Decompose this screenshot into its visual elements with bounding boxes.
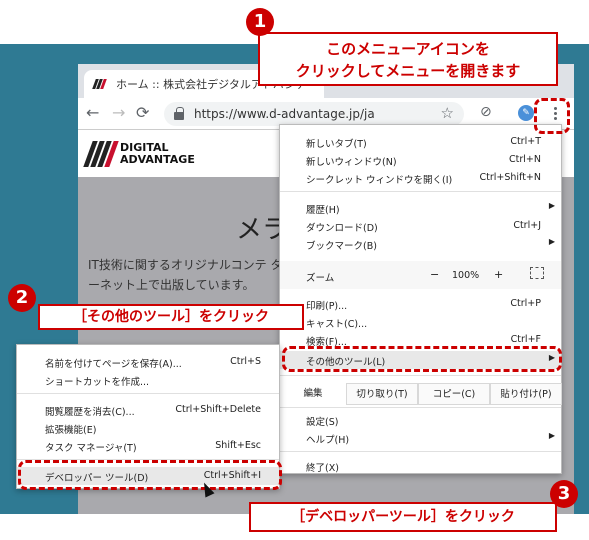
- reload-icon[interactable]: ⟳: [136, 104, 149, 122]
- chevron-right-icon: ▶: [548, 201, 555, 210]
- menu-divider: [280, 407, 561, 408]
- menu-divider: [17, 393, 279, 394]
- highlight-dev-tools: [18, 460, 282, 490]
- site-favicon-icon: [92, 79, 110, 89]
- cut-button[interactable]: 切り取り(T): [346, 383, 418, 405]
- menu-divider: [280, 375, 561, 376]
- zoom-level: 100%: [452, 270, 480, 281]
- menu-item-history[interactable]: 履歴(H) ▶: [280, 199, 561, 217]
- submenu-item-extensions[interactable]: 拡張機能(E): [17, 419, 279, 437]
- chrome-main-menu: 新しいタブ(T) Ctrl+T 新しいウィンドウ(N) Ctrl+N シークレット …: [279, 124, 562, 474]
- callout-step1-line1: このメニューアイコンを: [326, 40, 490, 58]
- step-badge-2: 2: [8, 284, 36, 312]
- menu-zoom-row: ズーム − 100% +: [280, 261, 561, 289]
- logo-bars-icon: [83, 141, 119, 167]
- submenu-item-save-page[interactable]: 名前を付けてページを保存(A)... Ctrl+S: [17, 353, 279, 371]
- address-bar[interactable]: https://www.d-advantage.jp/ja ☆: [164, 102, 464, 126]
- menu-item-exit[interactable]: 終了(X): [280, 457, 561, 475]
- edit-label: 編集: [280, 383, 346, 405]
- callout-step2: ［その他のツール］をクリック: [38, 304, 304, 330]
- submenu-item-create-shortcut[interactable]: ショートカットを作成...: [17, 371, 279, 389]
- menu-item-bookmarks[interactable]: ブックマーク(B) ▶: [280, 235, 561, 253]
- step-badge-1: 1: [246, 8, 274, 36]
- highlight-more-tools: [282, 346, 562, 372]
- chevron-right-icon: ▶: [548, 237, 555, 246]
- menu-edit-row: 編集 切り取り(T) コピー(C) 貼り付け(P): [280, 383, 562, 405]
- zoom-label: ズーム: [306, 273, 335, 284]
- callout-step1-line2: クリックしてメニューを開きます: [295, 62, 521, 80]
- page-body-text: IT技術に関するオリジナルコンテ ターネット上で出版しています。: [88, 258, 283, 292]
- step-badge-3: 3: [550, 480, 578, 508]
- menu-item-help[interactable]: ヘルプ(H) ▶: [280, 429, 561, 447]
- fullscreen-icon[interactable]: [530, 267, 544, 279]
- forward-arrow-icon[interactable]: →: [112, 104, 125, 122]
- logo-line2: ADVANTAGE: [120, 153, 195, 166]
- back-arrow-icon[interactable]: ←: [86, 104, 99, 122]
- menu-divider: [280, 191, 561, 192]
- zoom-out-button[interactable]: −: [430, 268, 439, 281]
- copy-button[interactable]: コピー(C): [418, 383, 490, 405]
- bookmark-star-icon[interactable]: ☆: [441, 104, 454, 122]
- menu-item-print[interactable]: 印刷(P)... Ctrl+P: [280, 295, 561, 313]
- menu-item-new-window[interactable]: 新しいウィンドウ(N) Ctrl+N: [280, 151, 561, 169]
- paste-button[interactable]: 貼り付け(P): [490, 383, 562, 405]
- zoom-in-button[interactable]: +: [494, 268, 503, 281]
- callout-step3: ［デベロッパーツール］をクリック: [249, 502, 557, 532]
- extension-icon[interactable]: ✎: [518, 105, 534, 121]
- menu-item-downloads[interactable]: ダウンロード(D) Ctrl+J: [280, 217, 561, 235]
- submenu-item-clear-history[interactable]: 閲覧履歴を消去(C)... Ctrl+Shift+Delete: [17, 401, 279, 419]
- lock-icon: [174, 107, 184, 120]
- site-logo[interactable]: DIGITAL ADVANTAGE: [83, 141, 195, 167]
- highlight-menu-icon: [534, 98, 570, 134]
- block-icon[interactable]: ⊘: [480, 104, 492, 120]
- menu-item-cast[interactable]: キャスト(C)...: [280, 313, 561, 331]
- menu-divider: [280, 451, 561, 452]
- url-text: https://www.d-advantage.jp/ja: [194, 107, 375, 121]
- chevron-right-icon: ▶: [548, 431, 555, 440]
- menu-item-settings[interactable]: 設定(S): [280, 411, 561, 429]
- menu-item-new-tab[interactable]: 新しいタブ(T) Ctrl+T: [280, 133, 561, 151]
- menu-item-incognito[interactable]: シークレット ウィンドウを開く(I) Ctrl+Shift+N: [280, 169, 561, 187]
- callout-step1: このメニューアイコンを クリックしてメニューを開きます: [258, 32, 558, 86]
- submenu-item-task-manager[interactable]: タスク マネージャ(T) Shift+Esc: [17, 437, 279, 455]
